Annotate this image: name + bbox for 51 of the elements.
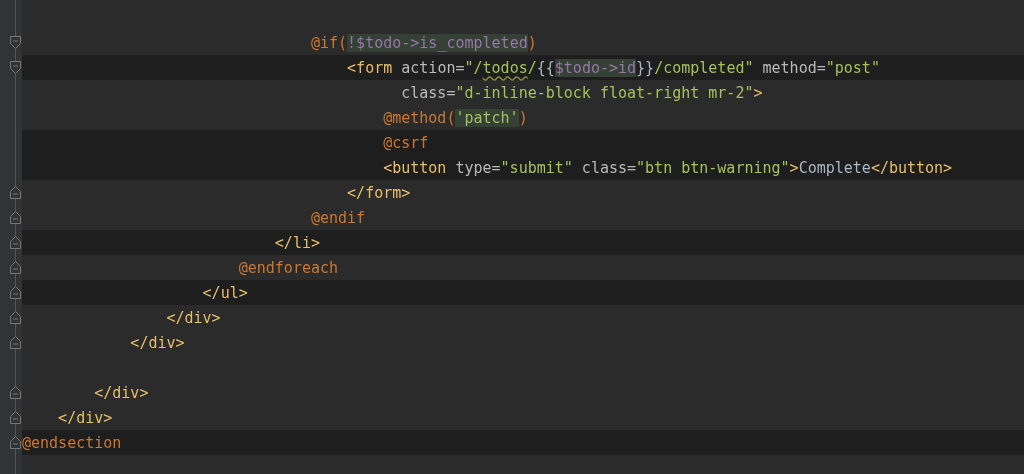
blade-directive: @csrf: [383, 133, 429, 152]
string-literal: /completed": [654, 58, 754, 77]
html-tag: </ul>: [202, 283, 248, 302]
code-text: Complete: [798, 158, 871, 177]
fold-icon[interactable]: [10, 186, 21, 199]
code-text: {{: [536, 58, 555, 77]
html-tag: </form>: [347, 183, 411, 202]
fold-icon[interactable]: [10, 236, 21, 249]
attribute-name: class=: [580, 158, 637, 177]
string-literal: 'patch': [455, 108, 519, 127]
fold-icon[interactable]: [10, 411, 21, 424]
string-literal: "post": [825, 58, 880, 77]
blade-directive: ): [518, 108, 528, 127]
html-tag: </div>: [130, 333, 185, 352]
fold-icon[interactable]: [10, 386, 21, 399]
html-tag: </div>: [58, 408, 113, 427]
fold-icon[interactable]: [10, 211, 21, 224]
html-tag: </li>: [274, 233, 320, 252]
blade-directive: @endif: [310, 208, 366, 227]
string-literal: "d-inline-block float-right mr-2": [455, 83, 754, 102]
blade-directive: ): [527, 33, 537, 52]
blade-directive: @endsection: [22, 433, 122, 452]
attribute-name: class=: [401, 83, 456, 102]
html-tag: >: [753, 83, 763, 102]
string-literal: todos: [482, 58, 528, 77]
fold-icon[interactable]: [10, 286, 21, 299]
fold-icon[interactable]: [10, 61, 21, 74]
html-tag: >: [789, 158, 799, 177]
fold-icon[interactable]: [10, 261, 21, 274]
html-tag: <button: [383, 158, 447, 177]
blade-directive: @endforeach: [238, 258, 339, 277]
string-literal: "/: [464, 58, 483, 77]
html-tag: </div>: [94, 383, 149, 402]
attribute-name: type=: [454, 158, 501, 177]
fold-icon[interactable]: [10, 36, 21, 49]
fold-icon[interactable]: [10, 336, 21, 349]
html-tag: <form: [347, 58, 393, 77]
string-literal: /: [527, 58, 537, 77]
attribute-name: action=: [400, 58, 465, 77]
fold-icon[interactable]: [10, 311, 21, 324]
fold-icon[interactable]: [10, 436, 21, 449]
blade-directive: @method(: [383, 108, 456, 127]
string-literal: "submit": [500, 158, 573, 177]
string-literal: "btn btn-warning": [636, 158, 790, 177]
html-tag: </button>: [870, 158, 953, 177]
attribute-name: method=: [761, 58, 826, 77]
php-variable: $todo->id: [554, 58, 637, 77]
php-variable: !$todo->is_completed: [347, 33, 528, 52]
html-tag: </div>: [166, 308, 221, 327]
blade-directive: @if(: [310, 33, 348, 52]
code-text: }}: [636, 58, 655, 77]
